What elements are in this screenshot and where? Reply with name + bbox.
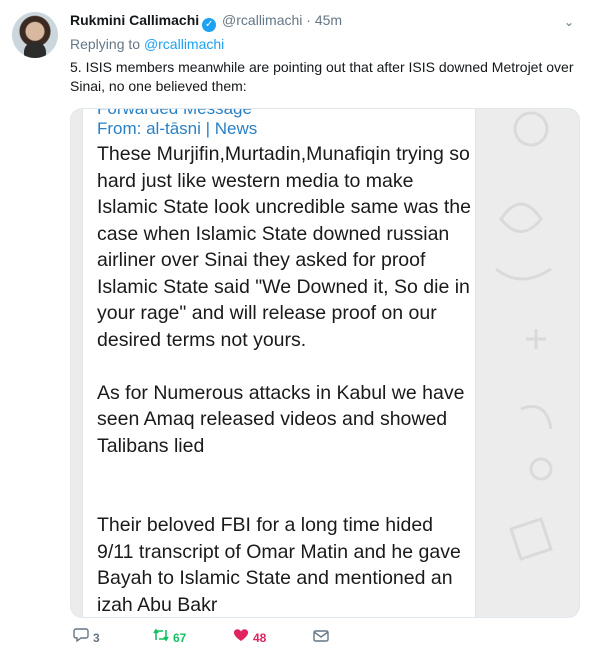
like-count: 48 — [253, 630, 267, 645]
reply-count: 3 — [93, 630, 100, 645]
retweet-count: 67 — [173, 630, 187, 645]
replying-to: Replying to @rcallimachi — [70, 35, 224, 53]
author-name[interactable]: Rukmini Callimachi — [70, 12, 199, 28]
tweet-actions: 3 67 48 — [70, 622, 570, 650]
envelope-icon — [312, 629, 330, 647]
retweet-icon — [152, 628, 170, 647]
avatar[interactable] — [12, 12, 58, 58]
replying-prefix: Replying to — [70, 36, 141, 52]
direct-message-button[interactable] — [312, 628, 330, 646]
replying-to-link[interactable]: @rcallimachi — [144, 36, 224, 52]
tweet-header: Rukmini Callimachi ✓ @rcallimachi · 45m — [70, 10, 577, 32]
reply-icon — [72, 628, 90, 647]
like-button[interactable]: 48 — [232, 628, 266, 646]
tweet-timestamp[interactable]: 45m — [315, 12, 342, 28]
reply-button[interactable]: 3 — [72, 628, 100, 646]
forwarded-from[interactable]: From: al-tāsni | News — [97, 119, 257, 139]
tweet-media[interactable]: Forwarded Message From: al-tāsni | News … — [70, 108, 580, 618]
heart-icon — [232, 628, 250, 647]
author-handle[interactable]: @rcallimachi — [222, 12, 302, 28]
separator: · — [306, 12, 311, 28]
retweet-button[interactable]: 67 — [152, 628, 186, 646]
forwarded-label: Forwarded Message — [97, 108, 252, 118]
chevron-down-icon[interactable]: ⌄ — [561, 14, 577, 30]
message-text: These Murjifin,Murtadin,Munafiqin trying… — [97, 143, 471, 616]
tweet-text: 5. ISIS members meanwhile are pointing o… — [70, 59, 574, 94]
verified-badge-icon: ✓ — [202, 18, 217, 32]
message-bubble: Forwarded Message From: al-tāsni | News … — [83, 108, 475, 617]
